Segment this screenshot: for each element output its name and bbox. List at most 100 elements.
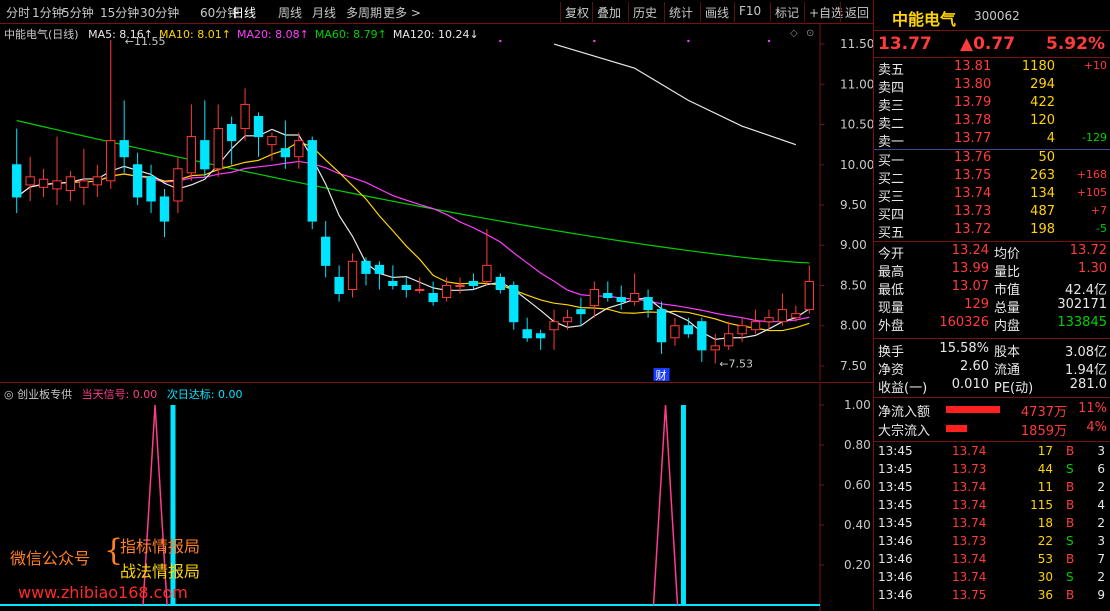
toolbar-button-8[interactable]: 返回 xyxy=(840,2,873,22)
period-tab-0[interactable]: 分时 xyxy=(6,4,30,21)
divider xyxy=(874,30,1110,31)
toolbar-button-1[interactable]: 叠加 xyxy=(592,2,625,22)
settings-icon[interactable]: ⊙ xyxy=(806,28,814,39)
buy-change: +7 xyxy=(1090,204,1107,217)
stock-terminal-window: 分时 1分钟 5分钟 15分钟 30分钟 60分钟 日线 周线 月线 多周期 更多 > 复权 叠加 历史统… xyxy=(0,0,1110,611)
stat-label: 外盘 xyxy=(878,319,905,334)
indicator-tick-label: 0.80 xyxy=(844,438,871,452)
sell-row[interactable]: 卖一 13.77 4 -129 xyxy=(874,131,1110,150)
stats-row: 现量 129 总量 302171 xyxy=(874,297,1110,316)
tick-time: 13:45 xyxy=(878,462,913,476)
tick-side: B xyxy=(1066,552,1075,566)
candle-body xyxy=(656,309,667,343)
period-tab-4[interactable]: 30分钟 xyxy=(140,4,179,21)
candle xyxy=(294,132,304,169)
toolbar-button-3[interactable]: 统计 xyxy=(664,2,697,22)
stat-value: 13.07 xyxy=(951,279,989,294)
buy-change: -5 xyxy=(1096,222,1107,235)
fund-value: 281.0 xyxy=(1069,377,1107,392)
divider xyxy=(874,241,1110,242)
buy-row[interactable]: 买三 13.74 134 +105 xyxy=(874,186,1110,205)
buy-volume: 50 xyxy=(1038,150,1055,165)
tick-price: 13.74 xyxy=(952,552,987,566)
divider xyxy=(874,57,1110,58)
candle-body xyxy=(119,140,129,158)
sell-row[interactable]: 卖五 13.81 1180 +10 xyxy=(874,59,1110,78)
tick-time: 13:46 xyxy=(878,552,913,566)
kline-chart[interactable]: 11.50 11.00 10.50 10.00 9.50 9.00 8.50 8.00 7.50… xyxy=(0,24,873,381)
tick-count: 3 xyxy=(1097,534,1105,548)
fund-row: 收益(一) 0.010 PE(动) 281.0 xyxy=(874,377,1110,396)
stat-label: 内盘 xyxy=(994,319,1021,334)
tick-side: B xyxy=(1066,498,1075,512)
candle-body xyxy=(737,325,747,335)
toolbar-button-6[interactable]: 标记 xyxy=(770,2,803,22)
period-tab-6[interactable]: 日线 xyxy=(232,4,256,21)
candle-body xyxy=(307,140,317,222)
indicator-tick-label: 0.40 xyxy=(844,518,871,532)
stats-row: 最低 13.07 市值 42.4亿 xyxy=(874,279,1110,298)
flow-label: 净流入额 xyxy=(878,405,931,420)
period-tab-9[interactable]: 多周期 xyxy=(346,4,382,21)
candle xyxy=(361,257,371,286)
candle-body xyxy=(334,276,344,295)
fund-value: 15.58% xyxy=(939,341,989,356)
tick-volume: 11 xyxy=(1037,480,1053,494)
buy-label: 买五 xyxy=(878,226,905,241)
indicator-panel[interactable]: 1.00 0.80 0.60 0.40 0.20 ◎ 创业板专供 当天信号: 0.00 … xyxy=(0,382,873,611)
candle-body xyxy=(804,280,814,311)
tick-side: B xyxy=(1066,588,1075,602)
candle xyxy=(173,156,183,214)
candle xyxy=(186,104,197,181)
buy-row[interactable]: 买四 13.73 487 +7 xyxy=(874,204,1110,223)
candle-body xyxy=(576,309,586,315)
candle-body xyxy=(710,345,720,351)
candle-body xyxy=(495,276,505,291)
indicator-legend: ◎ 创业板专供 当天信号: 0.00 次日达标: 0.00 xyxy=(4,386,243,402)
candle-body xyxy=(294,140,304,158)
price-tick-label: 7.50 xyxy=(840,359,867,373)
candle-body xyxy=(401,284,411,291)
tick-side: B xyxy=(1066,480,1075,494)
tick-count: 9 xyxy=(1097,588,1105,602)
price-row: 13.77 ▲0.77 5.92% xyxy=(874,32,1110,56)
toolbar-button-2[interactable]: 历史 xyxy=(628,2,661,22)
tick-row: 13:45 13.74 17 B 3 xyxy=(874,444,1110,462)
period-tab-7[interactable]: 周线 xyxy=(278,4,302,21)
tick-time: 13:45 xyxy=(878,480,913,494)
candle xyxy=(549,309,559,350)
buy-row[interactable]: 买五 13.72 198 -5 xyxy=(874,222,1110,241)
period-tab-2[interactable]: 5分钟 xyxy=(62,4,94,21)
sell-row[interactable]: 卖二 13.78 120 xyxy=(874,113,1110,132)
candle-body xyxy=(388,280,398,286)
candle xyxy=(226,116,237,165)
tick-volume: 44 xyxy=(1037,462,1053,476)
tick-volume: 115 xyxy=(1030,498,1053,512)
candle-body xyxy=(764,317,774,323)
candle xyxy=(683,317,694,338)
period-tab-8[interactable]: 月线 xyxy=(312,4,336,21)
candle-body xyxy=(535,333,546,339)
toolbar-button-4[interactable]: 画线 xyxy=(700,2,733,22)
indicator-tick-label: 0.60 xyxy=(844,478,871,492)
period-tab-3[interactable]: 15分钟 xyxy=(100,4,139,21)
candle xyxy=(267,132,277,161)
watermark-right1: 指标情报局 xyxy=(120,537,201,556)
stock-code: 300062 xyxy=(974,9,1020,23)
sell-row[interactable]: 卖三 13.79 422 xyxy=(874,95,1110,114)
signal-label: 当天信号: 0.00 xyxy=(81,388,158,401)
period-tab-10[interactable]: 更多 > xyxy=(383,4,421,21)
sell-row[interactable]: 卖四 13.80 294 xyxy=(874,77,1110,96)
candle-body xyxy=(240,103,250,130)
candle xyxy=(697,317,707,362)
kline-svg: 11.50 11.00 10.50 10.00 9.50 9.00 8.50 8.00 7.50… xyxy=(12,24,873,381)
toolbar-button-0[interactable]: 复权 xyxy=(560,2,593,22)
candle-body xyxy=(52,180,62,190)
candle-body xyxy=(683,325,694,335)
buy-row[interactable]: 买一 13.76 50 xyxy=(874,150,1110,169)
candle xyxy=(522,317,532,342)
buy-row[interactable]: 买二 13.75 263 +168 xyxy=(874,168,1110,187)
diamond-icon[interactable]: ◇ xyxy=(790,28,798,39)
period-tab-1[interactable]: 1分钟 xyxy=(32,4,64,21)
toolbar-button-5[interactable]: F10 xyxy=(734,2,765,22)
